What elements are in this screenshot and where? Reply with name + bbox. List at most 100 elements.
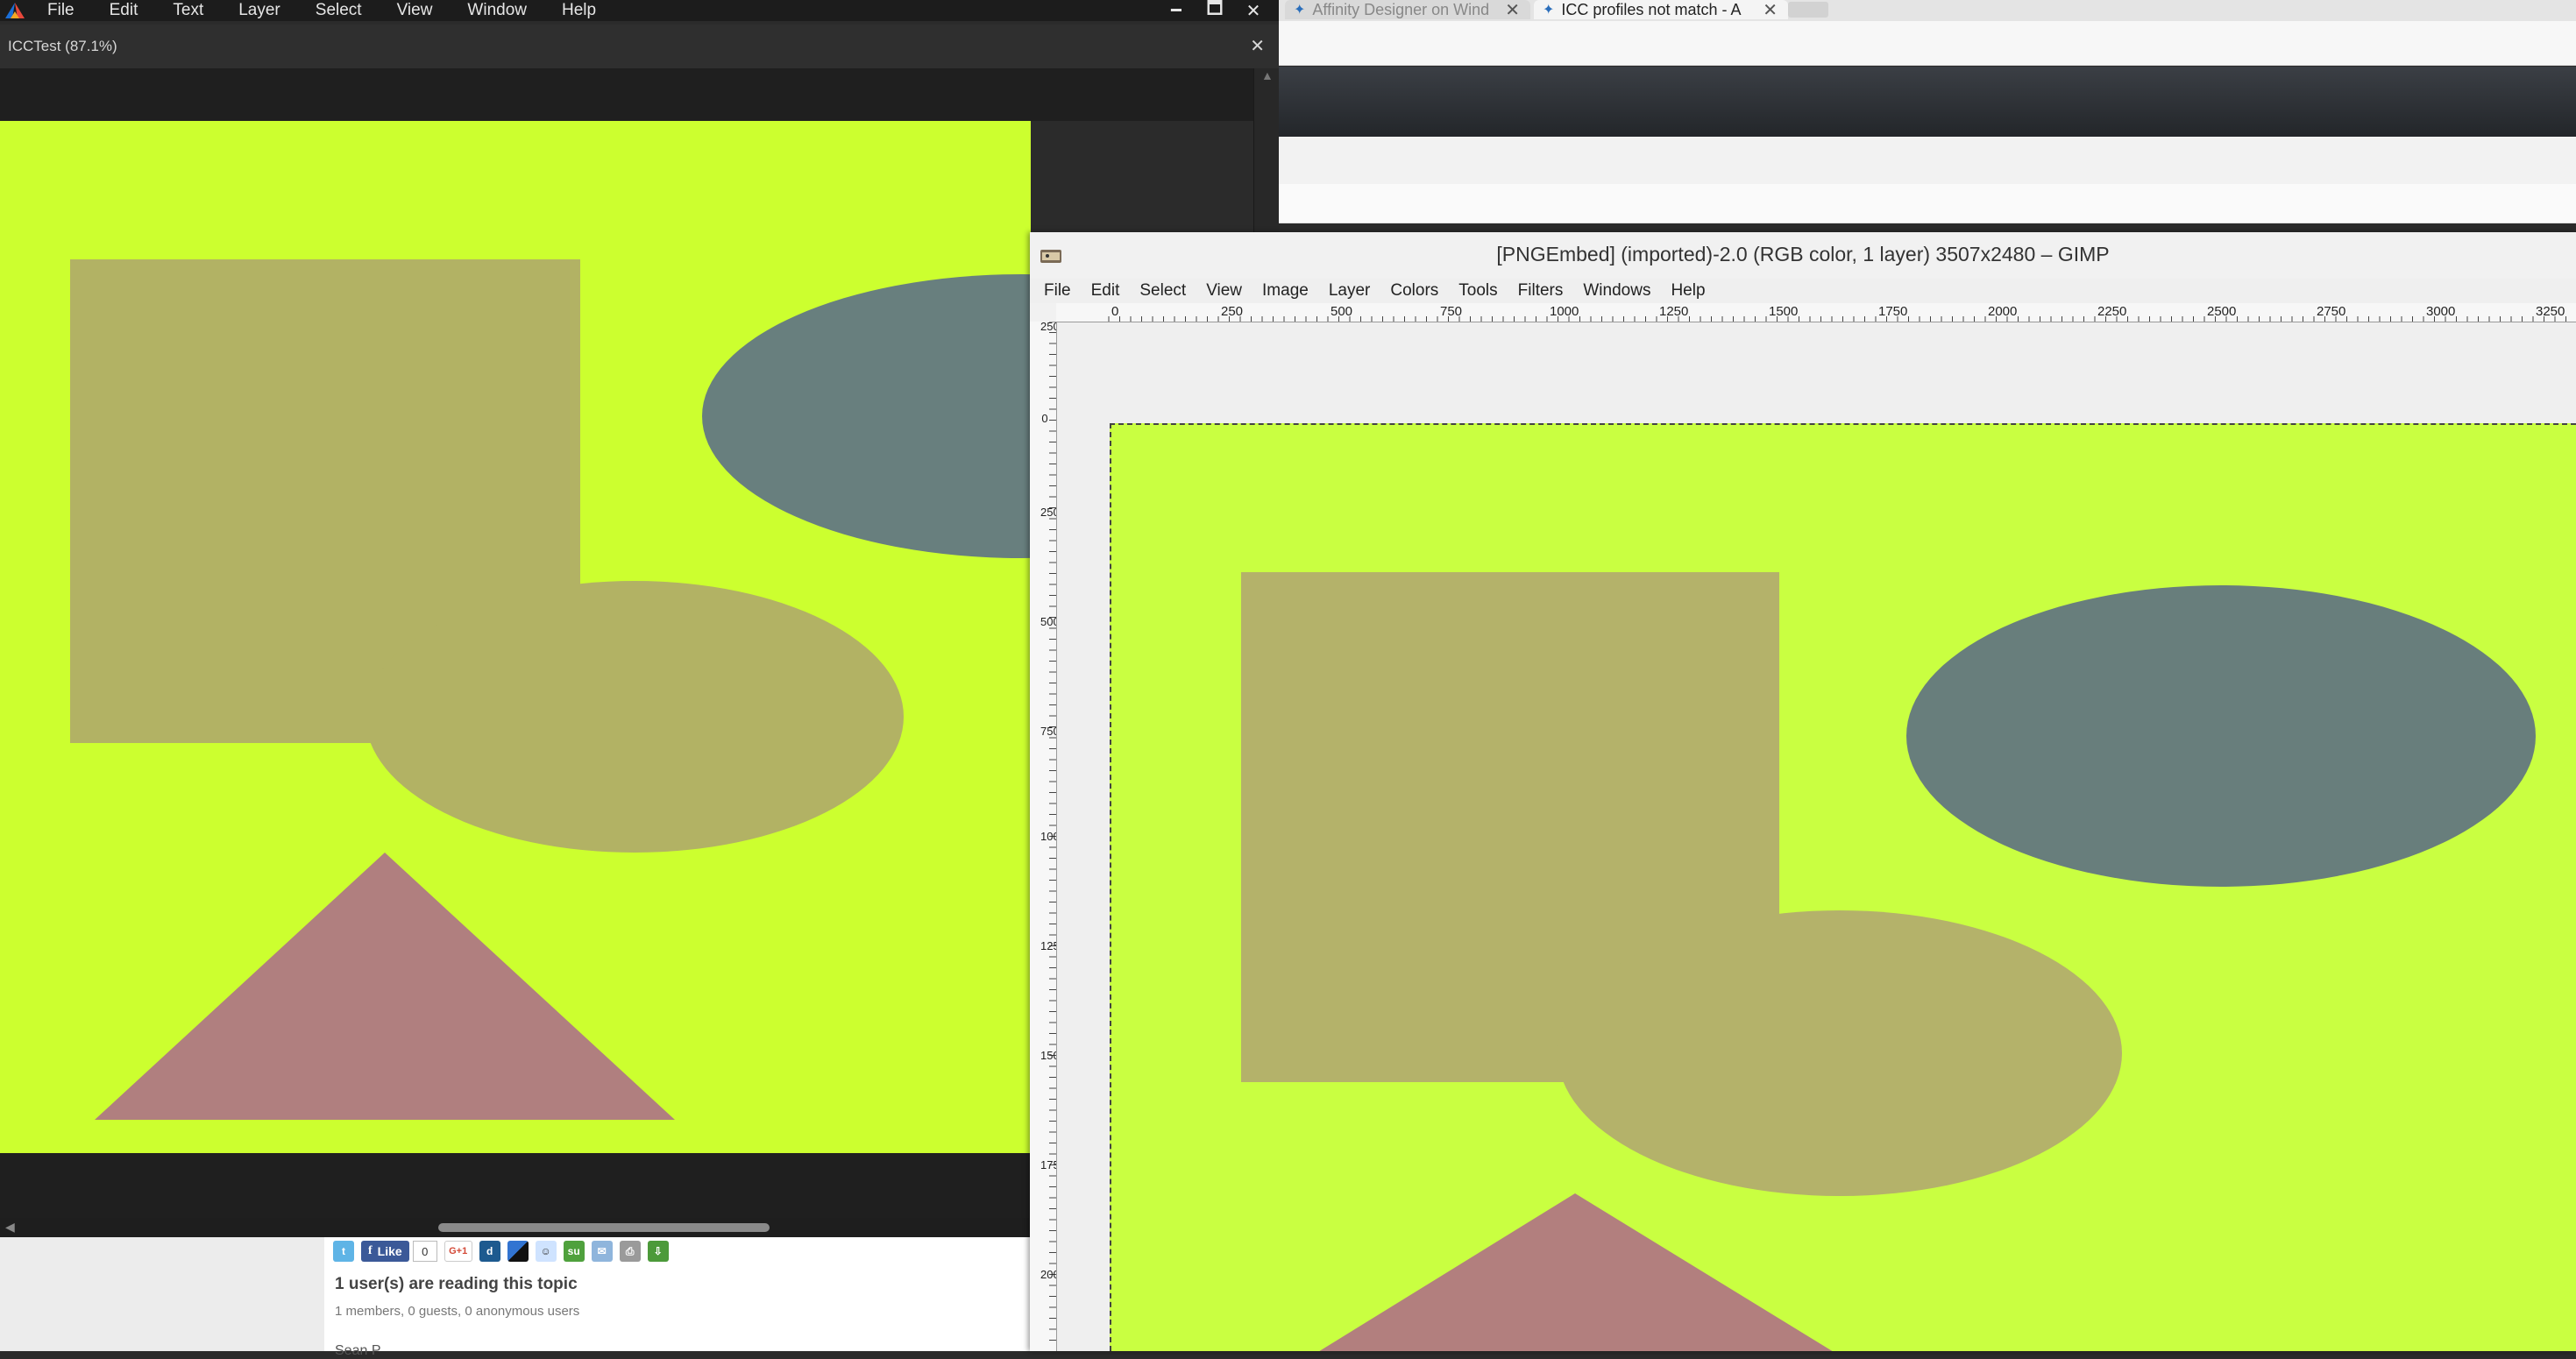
minimize-button[interactable]: 🗕 [1159,0,1194,21]
vruler-label: 1000 [1040,830,1056,843]
forum-left-gutter [0,1237,324,1351]
hruler-label: 250 [1221,304,1244,319]
gimp-menu-help[interactable]: Help [1655,281,1709,301]
horizontal-ruler[interactable]: 0 250 500 750 1000 1250 1500 1750 2000 2… [1056,303,2576,322]
vruler-label: 250 [1040,506,1056,519]
gimp-menu-tools[interactable]: Tools [1443,281,1501,301]
menu-help[interactable]: Help [544,0,614,21]
email-icon[interactable]: ✉ [591,1241,613,1262]
forum-breadcrumb-band [1279,184,2576,223]
forum-header-band [1279,67,2576,137]
gimp-menu-colors[interactable]: Colors [1374,281,1443,301]
delicious-icon[interactable] [507,1241,529,1262]
forum-content: t f Like 0 G+1 d ☺ su ✉ ⎙ ⇩ 1 user(s) ar… [0,1237,1030,1358]
gimp-menu-layer[interactable]: Layer [1313,281,1375,301]
readers-detail: 1 members, 0 guests, 0 anonymous users [335,1304,580,1319]
twitter-icon[interactable]: t [333,1241,354,1262]
vruler-label: 1250 [1040,939,1056,952]
new-tab-button[interactable] [1788,2,1828,18]
maximize-button[interactable]: 🗖 [1197,0,1232,21]
hruler-label: 1500 [1769,304,1799,319]
reader-name-link[interactable]: Sean P [335,1343,380,1359]
affinity-menubar: File Edit Text Layer Select View Window … [0,0,1279,21]
scroll-left-arrow-icon[interactable]: ◀ [5,1220,15,1235]
browser-tab-title: Affinity Designer on Wind [1312,0,1490,18]
menu-text[interactable]: Text [155,0,221,21]
vruler-label: 1500 [1040,1049,1056,1062]
menu-file[interactable]: File [30,0,92,21]
tab-close-icon[interactable]: ✕ [1763,0,1778,21]
facebook-icon: f [368,1244,373,1257]
ruler-corner-button[interactable] [1030,303,1057,322]
menu-layer[interactable]: Layer [221,0,298,21]
gimp-menu-windows[interactable]: Windows [1567,281,1655,301]
gimp-triangle-shape[interactable] [1287,1193,1865,1351]
gimp-ellipse-slate-shape[interactable] [1906,585,2536,887]
menu-view[interactable]: View [380,0,451,21]
horizontal-scroll-thumb[interactable] [438,1223,770,1232]
vruler-label: 1750 [1040,1158,1056,1171]
download-icon[interactable]: ⇩ [647,1241,669,1262]
digg-icon[interactable]: d [479,1241,500,1262]
readers-title: 1 user(s) are reading this topic [335,1275,578,1293]
gimp-menu-file[interactable]: File [1030,281,1075,301]
gimp-titlebar[interactable]: [PNGEmbed] (imported)-2.0 (RGB color, 1 … [1030,232,2576,280]
print-icon[interactable]: ⎙ [619,1241,641,1262]
gimp-window-title: [PNGEmbed] (imported)-2.0 (RGB color, 1 … [1496,243,2110,265]
affinity-canvas-padding-bottom [0,1153,1031,1218]
hruler-label: 3250 [2536,304,2565,319]
stumbleupon-icon[interactable]: su [563,1241,585,1262]
vruler-label: 500 [1040,615,1056,628]
hruler-label: 0 [1111,304,1119,319]
menu-select[interactable]: Select [298,0,380,21]
hruler-label: 2000 [1988,304,2018,319]
google-plus-icon[interactable]: G+1 [444,1241,472,1262]
scroll-up-arrow-icon[interactable]: ▲ [1261,68,1274,82]
hruler-label: 750 [1440,304,1463,319]
affinity-canvas[interactable] [0,121,1031,1153]
browser-tab-icc-profiles[interactable]: ✦ ICC profiles not match - A ✕ [1534,0,1788,21]
gimp-menu-edit[interactable]: Edit [1075,281,1125,301]
affinity-favicon-icon: ✦ [1543,3,1555,18]
like-count: 0 [412,1241,437,1262]
hruler-label: 2750 [2317,304,2346,319]
hruler-label: 1000 [1550,304,1579,319]
facebook-like-button[interactable]: f Like [361,1241,409,1262]
canvas-ellipse-tan-shape[interactable] [365,581,904,853]
gimp-menu-image[interactable]: Image [1246,281,1313,301]
affinity-favicon-icon: ✦ [1294,3,1306,18]
horizontal-scrollbar[interactable]: ◀ [0,1218,1031,1237]
document-title: ICCTest (87.1%) [8,38,117,54]
hruler-label: 1750 [1878,304,1908,319]
hruler-label: 1250 [1659,304,1689,319]
canvas-triangle-shape[interactable] [95,853,675,1120]
gimp-menu-filters[interactable]: Filters [1502,281,1568,301]
vruler-label: 2000 [1040,1268,1056,1281]
affinity-canvas-padding-top [0,68,1253,121]
reddit-icon[interactable]: ☺ [535,1241,557,1262]
tab-close-icon[interactable]: ✕ [1505,0,1520,21]
document-close-icon[interactable]: ✕ [1250,35,1265,57]
browser-address-bar[interactable] [1279,21,2576,66]
vertical-ruler[interactable]: 250 0 250 500 750 1000 1250 1500 1750 20… [1030,322,1057,1351]
gimp-image-canvas[interactable] [1110,423,2576,1351]
browser-tab-affinity[interactable]: ✦ Affinity Designer on Wind ✕ [1285,0,1530,21]
hruler-label: 2250 [2097,304,2127,319]
vruler-label: 250 [1040,322,1056,333]
document-tab[interactable]: ICCTest (87.1%) ✕ [0,25,1279,69]
gimp-menu-select[interactable]: Select [1124,281,1190,301]
canvas-ellipse-slate-shape[interactable] [702,274,1031,558]
close-window-button[interactable]: ✕ [1236,0,1271,21]
gimp-ellipse-tan-shape[interactable] [1558,910,2122,1196]
gimp-menu-view[interactable]: View [1190,281,1246,301]
menu-window[interactable]: Window [450,0,544,21]
forum-nav-band [1279,137,2576,185]
vruler-label: 0 [1041,412,1048,425]
horizontal-ruler-ticks [1108,316,2566,322]
like-label: Like [377,1244,402,1258]
hruler-label: 3000 [2426,304,2456,319]
affinity-designer-logo-icon[interactable] [0,0,30,21]
browser-tab-title: ICC profiles not match - A [1561,0,1742,18]
menu-edit[interactable]: Edit [92,0,156,21]
facebook-like[interactable]: f Like 0 [361,1241,437,1262]
